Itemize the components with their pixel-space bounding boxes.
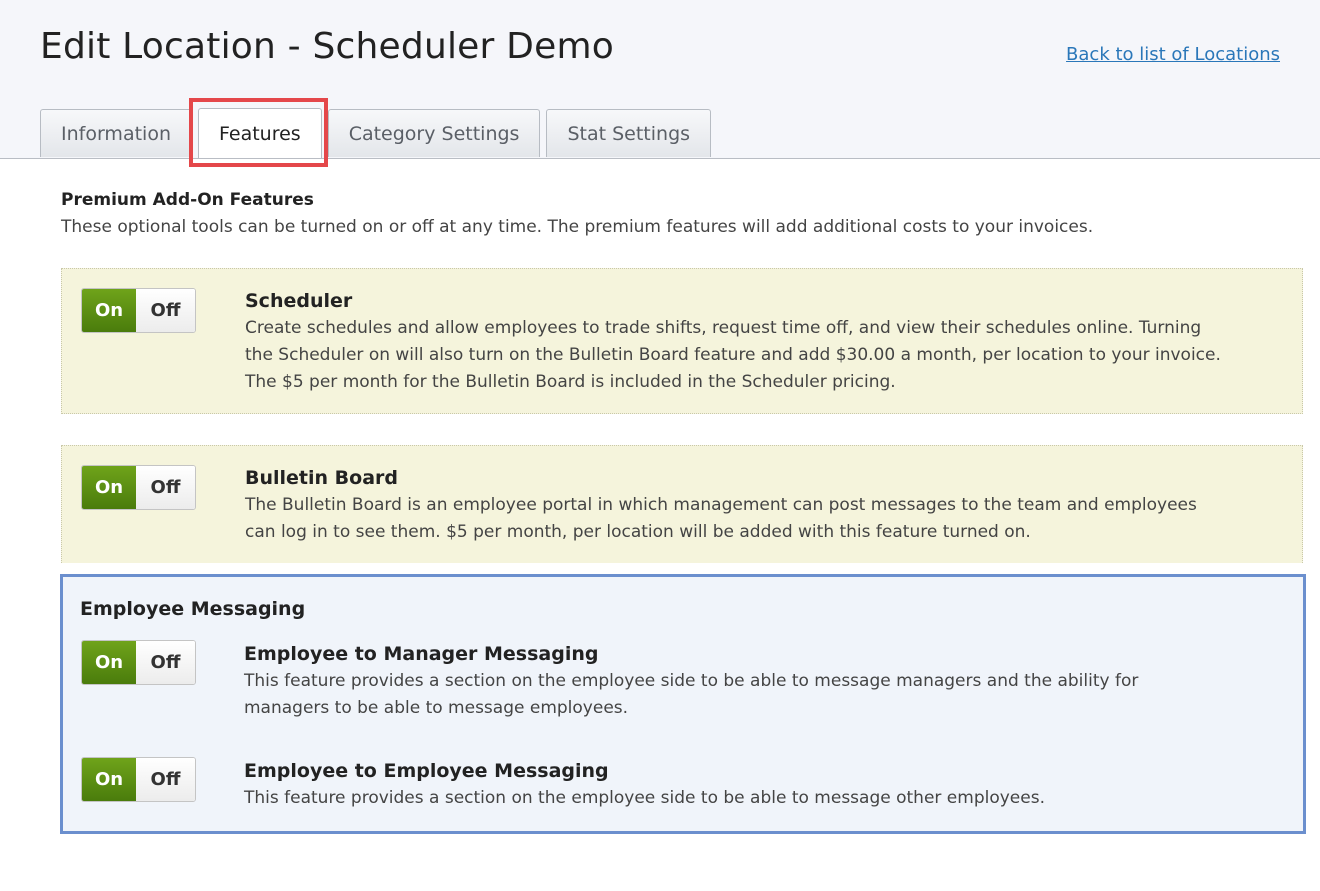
feature-description: The Bulletin Board is an employee portal… — [245, 495, 1197, 542]
employee-to-employee-toggle-off[interactable]: Off — [136, 758, 195, 801]
feature-title: Bulletin Board — [245, 467, 398, 489]
feature-title: Employee to Manager Messaging — [244, 643, 599, 665]
employee-to-manager-toggle-on[interactable]: On — [82, 641, 136, 684]
premium-section-title: Premium Add-On Features — [61, 190, 314, 210]
premium-section-description: These optional tools can be turned on or… — [61, 217, 1094, 237]
feature-title: Scheduler — [245, 290, 353, 312]
page-title: Edit Location - Scheduler Demo — [40, 26, 614, 67]
employee-to-manager-toggle[interactable]: On Off — [81, 640, 196, 685]
feature-description: This feature provides a section on the e… — [244, 788, 1045, 808]
employee-to-manager-toggle-off[interactable]: Off — [136, 641, 195, 684]
bulletin-board-feature-text: Bulletin Board The Bulletin Board is an … — [245, 465, 1225, 546]
scheduler-toggle[interactable]: On Off — [81, 288, 196, 333]
employee-to-employee-feature-text: Employee to Employee Messaging This feat… — [244, 758, 1224, 812]
employee-messaging-title: Employee Messaging — [80, 598, 306, 620]
page-header: Edit Location - Scheduler Demo Back to l… — [0, 0, 1320, 167]
employee-to-employee-toggle-on[interactable]: On — [82, 758, 136, 801]
feature-description: This feature provides a section on the e… — [244, 671, 1139, 718]
bulletin-board-feature-panel: On Off Bulletin Board The Bulletin Board… — [61, 445, 1303, 563]
employee-to-manager-feature-text: Employee to Manager Messaging This featu… — [244, 641, 1224, 722]
tab-bar: Information Features Category Settings S… — [40, 108, 712, 159]
feature-title: Employee to Employee Messaging — [244, 760, 609, 782]
tab-category-settings[interactable]: Category Settings — [327, 109, 541, 157]
feature-description: Create schedules and allow employees to … — [245, 318, 1221, 392]
scheduler-toggle-on[interactable]: On — [82, 289, 136, 332]
tab-information[interactable]: Information — [40, 109, 192, 157]
employee-to-employee-toggle[interactable]: On Off — [81, 757, 196, 802]
tab-features[interactable]: Features — [197, 108, 322, 158]
tab-stat-settings[interactable]: Stat Settings — [546, 109, 712, 157]
scheduler-toggle-off[interactable]: Off — [136, 289, 195, 332]
scheduler-feature-text: Scheduler Create schedules and allow emp… — [245, 288, 1225, 396]
bulletin-board-toggle-on[interactable]: On — [82, 466, 136, 509]
scheduler-feature-panel: On Off Scheduler Create schedules and al… — [61, 268, 1303, 414]
bulletin-board-toggle[interactable]: On Off — [81, 465, 196, 510]
employee-messaging-panel: Employee Messaging On Off Employee to Ma… — [60, 574, 1306, 834]
back-to-locations-link[interactable]: Back to list of Locations — [1066, 44, 1280, 65]
bulletin-board-toggle-off[interactable]: Off — [136, 466, 195, 509]
